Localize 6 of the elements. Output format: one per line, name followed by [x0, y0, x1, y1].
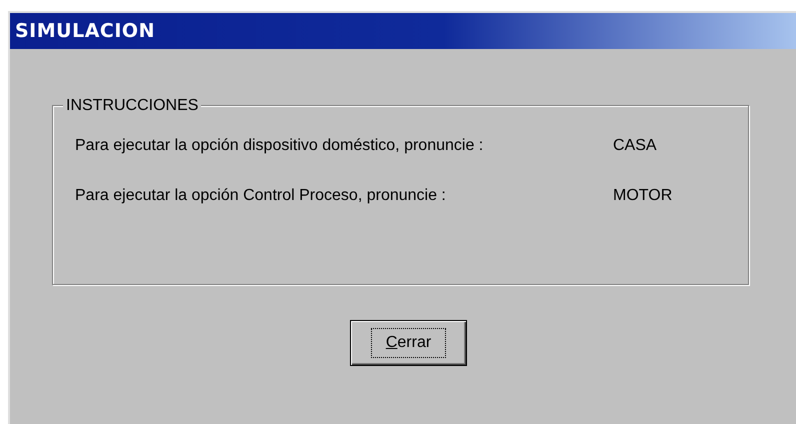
- command-word: CASA: [613, 136, 657, 156]
- instruction-text: Para ejecutar la opción Control Proceso, pronuncie :: [75, 186, 447, 206]
- instruction-text: Para ejecutar la opción dispositivo doméstico, pronuncie :: [75, 136, 484, 156]
- window-title: SIMULACION: [15, 18, 155, 44]
- close-button[interactable]: Cerrar: [350, 320, 467, 366]
- command-word: MOTOR: [613, 186, 672, 206]
